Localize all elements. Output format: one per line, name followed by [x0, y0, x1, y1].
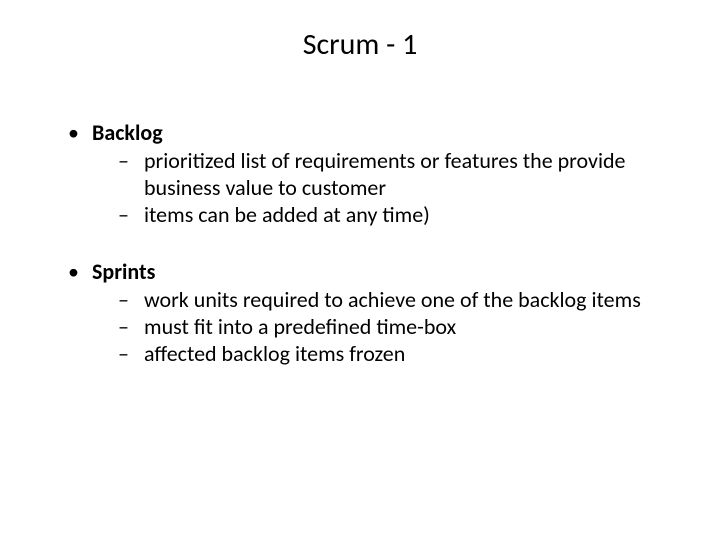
list-item: • Backlog – prioritized list of requirem…: [68, 119, 672, 228]
sub-item-text: prioritized list of requirements or feat…: [144, 147, 672, 202]
sub-item-text: work units required to achieve one of th…: [144, 286, 672, 313]
sub-list-item: – prioritized list of requirements or fe…: [118, 147, 672, 202]
slide: Scrum - 1 • Backlog – prioritized list o…: [0, 0, 720, 540]
sub-item-text: must fit into a predefined time-box: [144, 313, 672, 340]
list-item: • Sprints – work units required to achie…: [68, 258, 672, 367]
dash-icon: –: [118, 313, 144, 340]
dash-icon: –: [118, 340, 144, 367]
section-heading: Backlog: [92, 119, 163, 147]
section-heading: Sprints: [92, 258, 155, 286]
bullet-icon: •: [68, 119, 92, 147]
sub-item-text: items can be added at any time): [144, 201, 672, 228]
sub-list-item: – must fit into a predefined time-box: [118, 313, 672, 340]
sub-list-item: – affected backlog items frozen: [118, 340, 672, 367]
dash-icon: –: [118, 201, 144, 228]
dash-icon: –: [118, 286, 144, 313]
sub-item-text: affected backlog items frozen: [144, 340, 672, 367]
bullet-icon: •: [68, 258, 92, 286]
dash-icon: –: [118, 147, 144, 202]
sub-list-item: – items can be added at any time): [118, 201, 672, 228]
sub-list: – work units required to achieve one of …: [68, 286, 672, 368]
sub-list: – prioritized list of requirements or fe…: [68, 147, 672, 229]
slide-body: • Backlog – prioritized list of requirem…: [48, 119, 672, 368]
slide-title: Scrum - 1: [48, 26, 672, 63]
bullet-list: • Backlog – prioritized list of requirem…: [48, 119, 672, 368]
sub-list-item: – work units required to achieve one of …: [118, 286, 672, 313]
